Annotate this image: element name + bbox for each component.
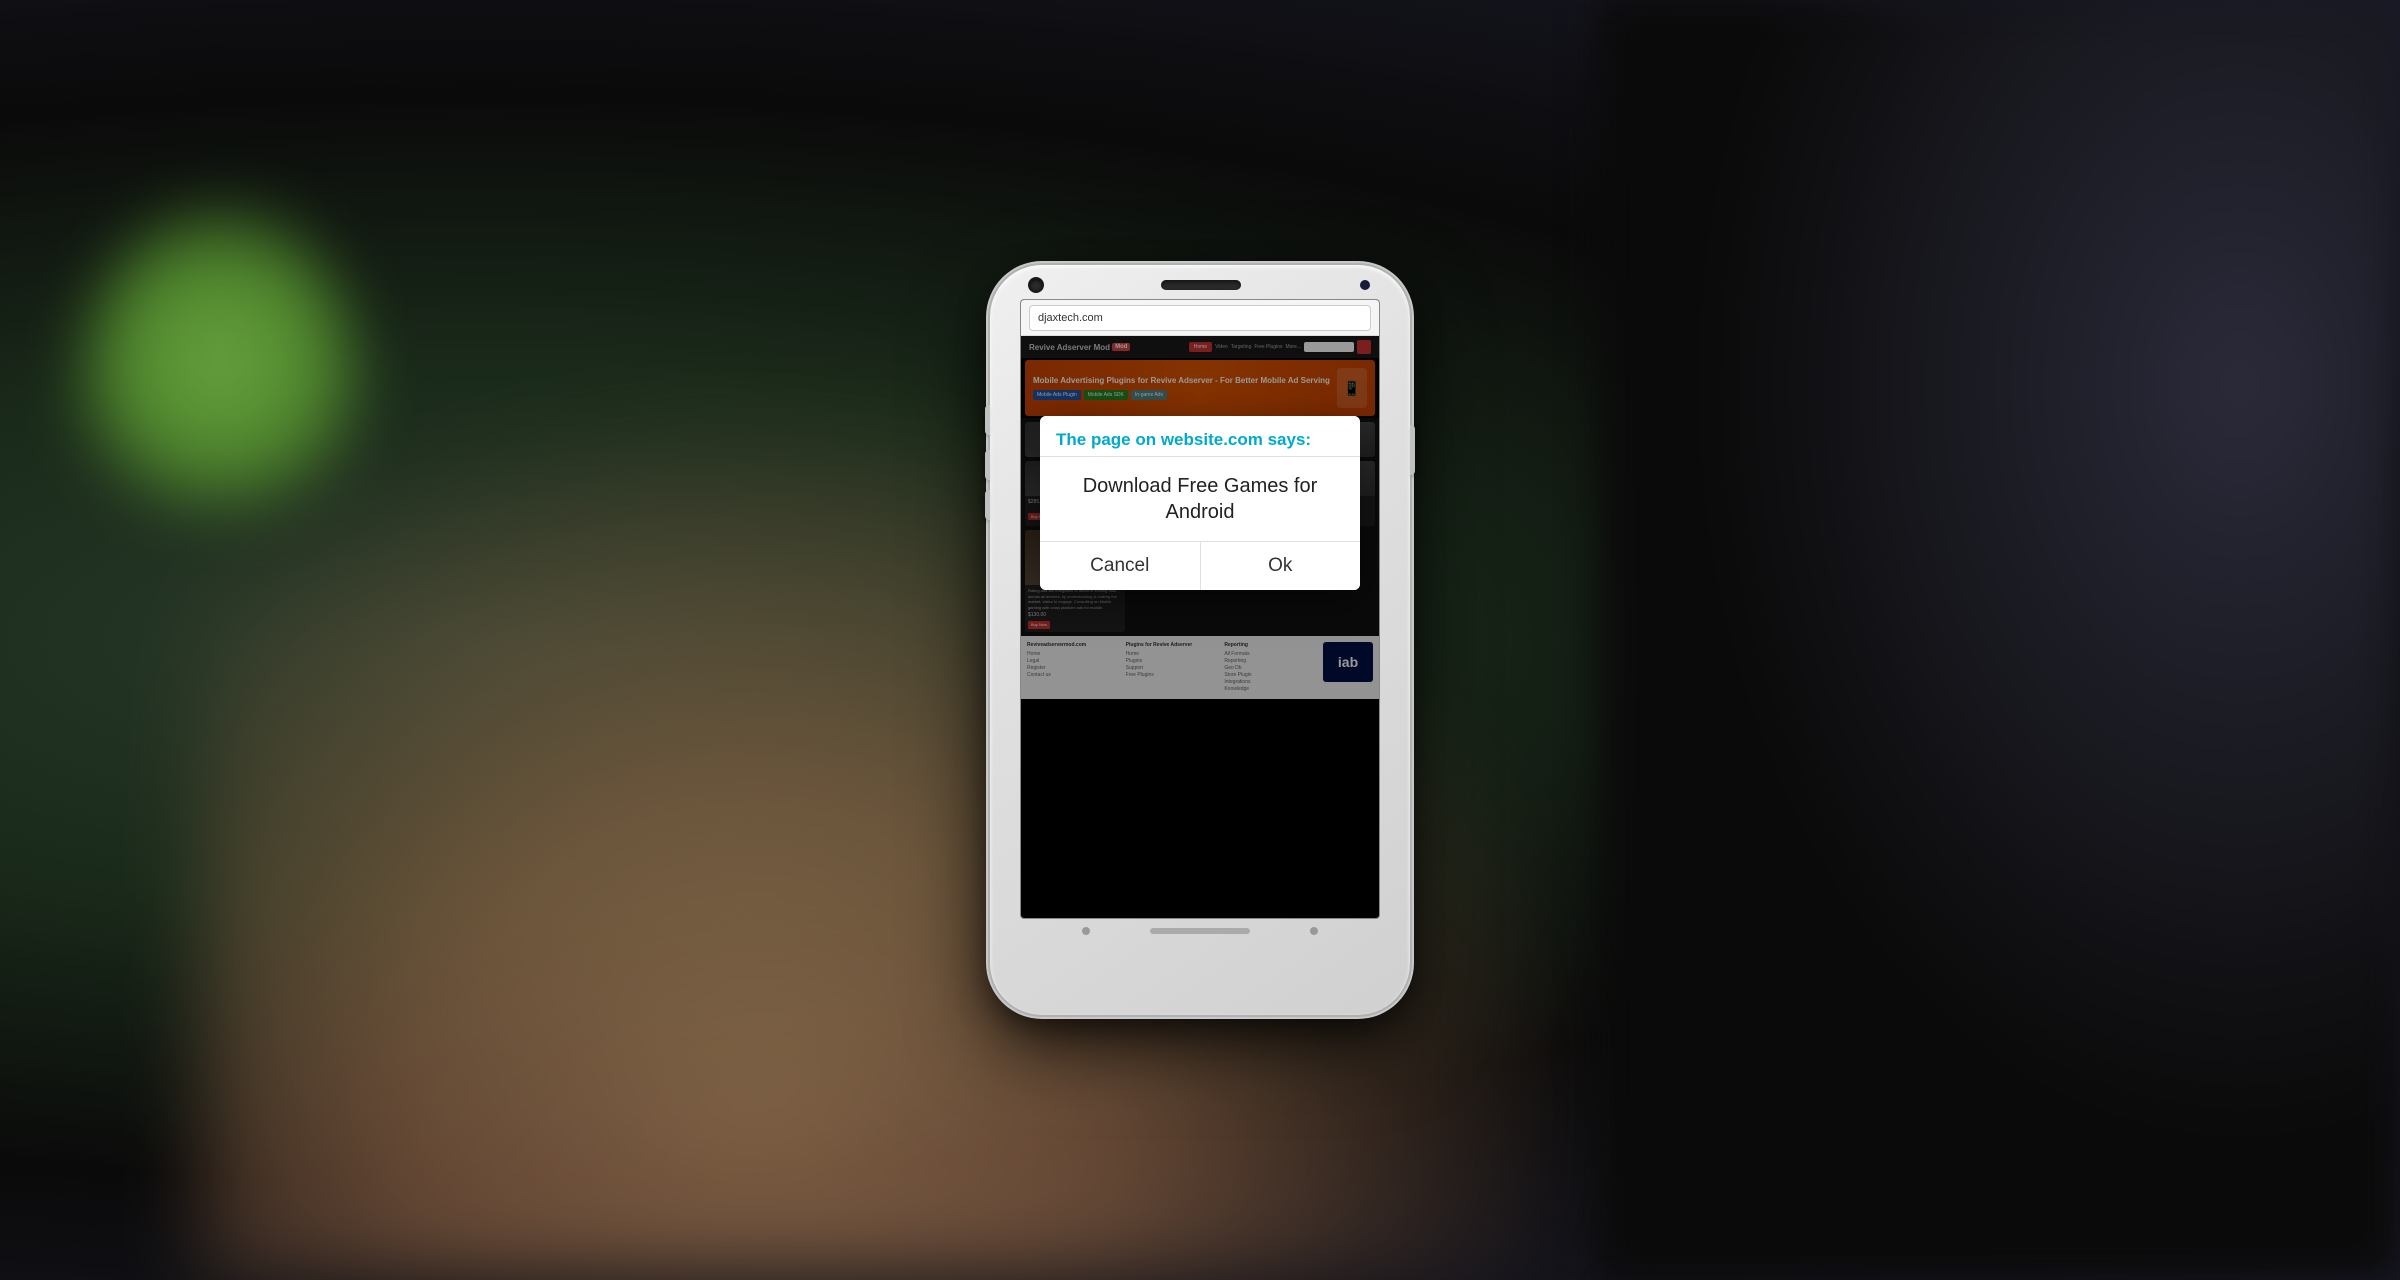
- address-bar[interactable]: djaxtech.com: [1029, 305, 1371, 331]
- phone-bottom: [1082, 919, 1318, 943]
- phone-sensor: [1360, 280, 1370, 290]
- alert-dialog: The page on website.com says: Download F…: [1040, 416, 1360, 590]
- camera-button[interactable]: [985, 490, 990, 520]
- home-button[interactable]: [1150, 928, 1250, 934]
- browser-bar: djaxtech.com: [1021, 300, 1379, 336]
- phone-dot-left: [1082, 927, 1090, 935]
- background-right: [1600, 0, 2400, 1280]
- dialog-ok-button[interactable]: Ok: [1201, 542, 1361, 590]
- dialog-title-bar: The page on website.com says:: [1040, 416, 1360, 457]
- dialog-cancel-button[interactable]: Cancel: [1040, 542, 1200, 590]
- phone-body: djaxtech.com Revive Adserver Mod Mod Hom…: [990, 265, 1410, 1015]
- dialog-title: The page on website.com says:: [1056, 430, 1344, 450]
- phone-dots: [1082, 927, 1318, 935]
- dialog-content: Download Free Games for Android: [1040, 457, 1360, 542]
- front-camera: [1030, 279, 1042, 291]
- phone-speaker: [1161, 280, 1241, 290]
- website-content: Revive Adserver Mod Mod Home Video Targe…: [1021, 336, 1379, 699]
- url-text: djaxtech.com: [1038, 312, 1103, 324]
- phone-screen: djaxtech.com Revive Adserver Mod Mod Hom…: [1020, 299, 1380, 919]
- dialog-buttons: Cancel Ok: [1040, 542, 1360, 590]
- phone-top-bar: [990, 265, 1410, 291]
- dialog-message: Download Free Games for Android: [1056, 473, 1344, 525]
- dialog-overlay: The page on website.com says: Download F…: [1021, 336, 1379, 699]
- volume-up-button[interactable]: [985, 405, 990, 435]
- volume-down-button[interactable]: [985, 450, 990, 480]
- phone-dot-right: [1310, 927, 1318, 935]
- phone-device: djaxtech.com Revive Adserver Mod Mod Hom…: [990, 265, 1410, 1015]
- power-button[interactable]: [1410, 425, 1415, 475]
